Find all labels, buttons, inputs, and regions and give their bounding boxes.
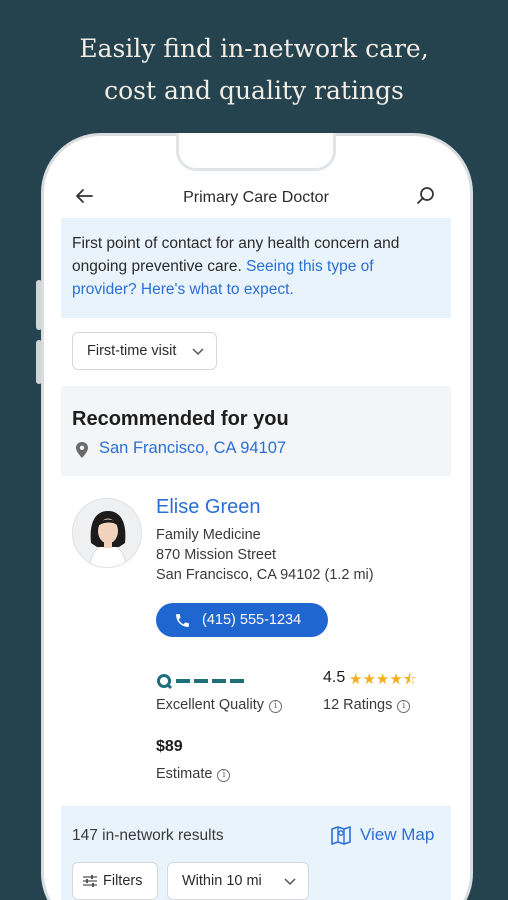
info-icon[interactable]: i — [217, 769, 231, 782]
visit-filter-row: First-time visit — [61, 318, 451, 386]
sliders-icon — [83, 875, 97, 887]
call-phone-button[interactable]: (415) 555-1234 — [156, 603, 328, 637]
distance-dropdown[interactable]: Within 10 mi — [167, 862, 309, 900]
recommended-header: Recommended for you San Francisco, CA 94… — [61, 386, 451, 476]
search-icon[interactable] — [415, 185, 437, 207]
doctor-street: 870 Mission Street — [156, 547, 277, 563]
star-rating: ★★★★⯪ — [349, 671, 417, 688]
chevron-down-icon — [284, 878, 296, 886]
estimate-text: Estimate — [156, 766, 213, 782]
doctor-name-link[interactable]: Elise Green — [156, 496, 261, 519]
doctor-photo — [73, 499, 141, 567]
price-estimate-value: $89 — [156, 738, 183, 755]
results-count: 147 in-network results — [72, 827, 224, 844]
visit-type-dropdown[interactable]: First-time visit — [72, 332, 218, 370]
provider-info-banner: First point of contact for any health co… — [61, 218, 451, 318]
quality-text: Excellent Quality — [156, 697, 264, 713]
visit-type-value: First-time visit — [87, 343, 177, 359]
quality-label: Excellent Quality i — [156, 697, 282, 713]
doctor-avatar — [72, 498, 142, 568]
page-title: Primary Care Doctor — [183, 189, 329, 206]
filters-button[interactable]: Filters — [72, 862, 158, 900]
ratings-count-text: 12 Ratings — [323, 697, 393, 713]
headline: Easily find in-network care, cost and qu… — [0, 28, 508, 112]
filters-label: Filters — [103, 873, 143, 889]
doctor-city-distance: San Francisco, CA 94102 (1.2 mi) — [156, 567, 374, 583]
map-icon[interactable] — [329, 823, 353, 847]
doctor-card[interactable]: Elise Green Family Medicine 870 Mission … — [61, 476, 451, 806]
results-bar: 147 in-network results View Map Filters … — [61, 806, 451, 900]
chevron-down-icon — [192, 348, 204, 356]
quality-meter-icon — [157, 674, 244, 690]
info-icon[interactable]: i — [397, 700, 411, 713]
location-pin-icon — [76, 442, 88, 458]
headline-line-2: cost and quality ratings — [104, 76, 404, 105]
location-link[interactable]: San Francisco, CA 94107 — [99, 439, 286, 458]
ratings-count: 12 Ratings i — [323, 697, 411, 713]
section-title: Recommended for you — [72, 408, 289, 430]
app-screen: Primary Care Doctor First point of conta… — [61, 155, 451, 900]
phone-notch — [176, 133, 336, 171]
view-map-link[interactable]: View Map — [360, 825, 434, 845]
distance-value: Within 10 mi — [182, 873, 262, 889]
phone-icon — [176, 614, 189, 627]
headline-line-1: Easily find in-network care, — [79, 34, 429, 63]
top-bar: Primary Care Doctor — [61, 177, 451, 217]
info-icon[interactable]: i — [269, 700, 282, 713]
rating-value: 4.5 — [323, 669, 346, 686]
phone-number: (415) 555-1234 — [202, 612, 302, 628]
doctor-specialty: Family Medicine — [156, 527, 261, 543]
estimate-label: Estimate i — [156, 766, 231, 782]
